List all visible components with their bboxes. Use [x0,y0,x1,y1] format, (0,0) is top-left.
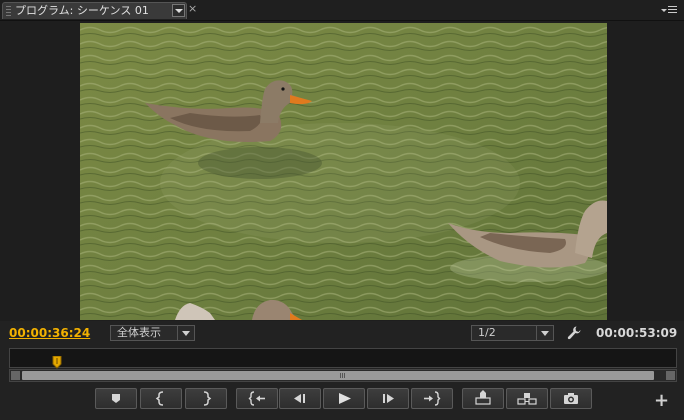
tab-dropdown-button[interactable] [172,4,185,17]
scroll-left-handle[interactable] [11,371,20,380]
lift-button[interactable] [462,388,504,409]
camera-icon [564,393,578,404]
scroll-thumb[interactable] [22,371,654,380]
go-to-in-icon [248,391,265,406]
tab-grip-icon[interactable] [6,6,11,17]
export-frame-button[interactable] [550,388,592,409]
program-monitor-viewport [0,21,684,321]
current-timecode[interactable]: 00:00:36:24 [9,326,90,340]
zoom-level-select[interactable]: 全体表示 [110,325,195,341]
playhead-icon[interactable] [52,354,62,369]
scroll-right-handle[interactable] [666,371,675,380]
time-ruler[interactable] [9,348,677,369]
tab-close-icon[interactable]: × [188,2,197,16]
zoom-level-value: 全体表示 [117,326,161,339]
lift-icon [475,390,491,405]
go-to-out-button[interactable] [411,388,453,409]
video-frame [80,23,607,320]
mark-out-icon [203,391,212,406]
chevron-down-icon [177,326,194,340]
tab-label: プログラム: シーケンス 01 [15,4,149,17]
program-monitor-tab[interactable]: プログラム: シーケンス 01 [2,2,187,19]
panel-menu-icon[interactable] [661,3,679,17]
step-back-icon [294,394,305,403]
go-to-in-button[interactable] [236,388,278,409]
playback-resolution-select[interactable]: 1/2 [471,325,554,341]
zoom-scrollbar[interactable] [9,369,677,382]
add-marker-button[interactable] [95,388,137,409]
grip-icon [340,373,346,378]
mark-in-button[interactable] [140,388,182,409]
step-forward-button[interactable] [367,388,409,409]
duration-timecode: 00:00:53:09 [596,326,678,340]
extract-button[interactable] [506,388,548,409]
duck-pond-image [80,23,607,320]
mark-out-button[interactable] [185,388,227,409]
play-icon [339,393,351,404]
marker-icon [112,394,120,403]
chevron-down-icon [536,326,553,340]
resolution-value: 1/2 [478,326,496,339]
extract-icon [517,393,537,405]
button-editor-add-icon[interactable]: + [654,392,669,410]
mark-in-icon [155,391,164,406]
play-button[interactable] [323,388,365,409]
step-back-button[interactable] [279,388,321,409]
step-forward-icon [383,394,394,403]
wrench-icon[interactable] [566,325,582,341]
go-to-out-icon [424,391,441,406]
panel-tab-bar: プログラム: シーケンス 01 × [0,0,684,21]
